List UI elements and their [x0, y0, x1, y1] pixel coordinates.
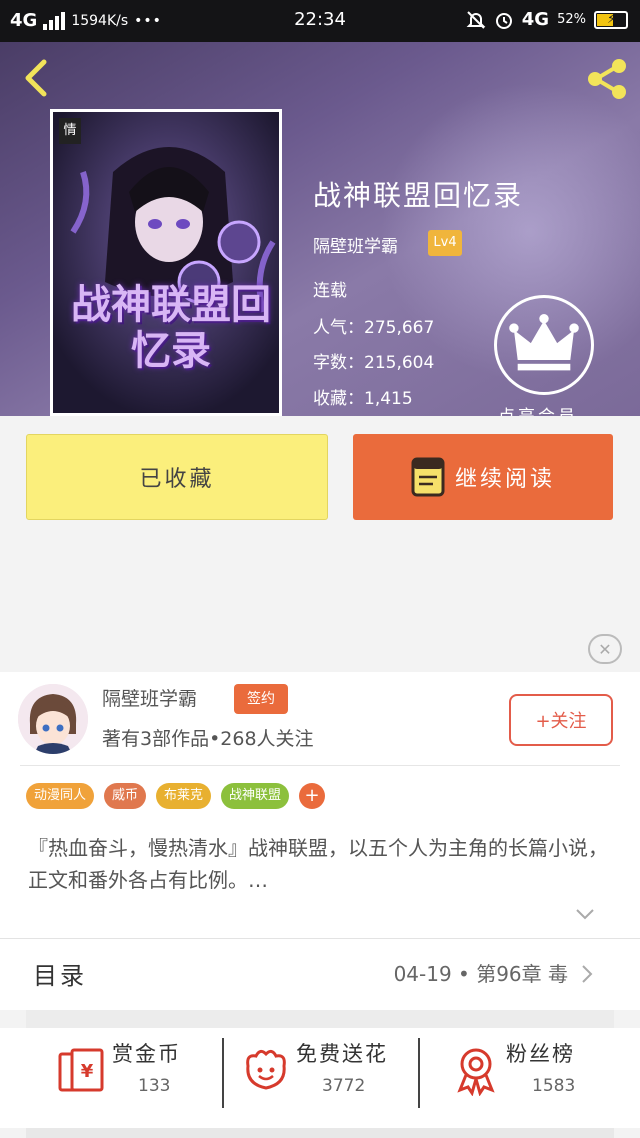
book-favorites: 收藏：1,415 — [313, 389, 413, 409]
divider — [20, 765, 620, 766]
tag-chip[interactable]: 布莱克 — [156, 783, 212, 809]
catalog-label: 目录 — [33, 962, 87, 990]
battery-icon: ⚡ — [594, 10, 628, 29]
favorited-label: 已收藏 — [139, 467, 215, 492]
network-type-right: 4G — [521, 9, 550, 30]
catalog-row[interactable]: 目录 04-19 • 第96章 毒 — [0, 938, 640, 1010]
book-icon — [411, 457, 445, 497]
book-popularity: 人气：275,667 — [313, 318, 435, 338]
coin-envelope-icon: ¥ — [58, 1048, 104, 1092]
bottom-strip — [26, 1128, 614, 1138]
share-icon[interactable] — [584, 56, 630, 102]
divider — [418, 1038, 420, 1108]
tag-chip[interactable]: 动漫同人 — [26, 783, 95, 809]
chevron-down-icon[interactable] — [575, 908, 595, 920]
crown-icon[interactable] — [494, 295, 594, 395]
book-cover[interactable]: 情 战神联盟回忆录 — [50, 109, 282, 416]
follow-button[interactable]: +关注 — [509, 694, 613, 746]
book-header: 情 战神联盟回忆录 战神联盟回忆录 隔壁班学霸 Lv4 连载 人气：275,66… — [0, 42, 640, 416]
close-icon[interactable]: ✕ — [588, 634, 622, 664]
book-status: 连载 — [313, 281, 347, 301]
author-avatar[interactable] — [18, 684, 88, 754]
latest-chapter: 04-19 • 第96章 毒 — [393, 962, 568, 986]
chevron-right-icon — [582, 965, 593, 983]
svg-text:¥: ¥ — [81, 1061, 94, 1082]
reward-label: 赏金币 — [112, 1042, 181, 1066]
battery-percent: 52% — [557, 12, 586, 27]
alarm-icon — [495, 12, 512, 29]
mute-icon — [466, 10, 486, 29]
tag-list: 动漫同人 威币 布莱克 战神联盟 + — [26, 783, 326, 809]
divider — [222, 1038, 224, 1108]
flower-icon — [246, 1049, 286, 1090]
book-description: 『热血奋斗，慢热清水』战神联盟，以五个人为主角的长篇小说，正文和番外各占有比例。… — [28, 836, 608, 892]
medal-icon — [457, 1048, 495, 1096]
reward-count: 1583 — [532, 1076, 576, 1096]
vip-label[interactable]: 点亮会员 — [498, 402, 578, 416]
author-card: 隔壁班学霸 签约 著有3部作品•268人关注 +关注 动漫同人 威币 布莱克 战… — [0, 672, 640, 938]
author-level-badge: Lv4 — [428, 230, 462, 256]
status-bar: 4G 1594K/s ••• 22:34 4G 52% ⚡ — [0, 0, 640, 42]
reward-label: 粉丝榜 — [506, 1042, 575, 1066]
continue-reading-button[interactable]: 继续阅读 — [353, 434, 613, 520]
reward-count: 133 — [138, 1076, 171, 1096]
section-spacer — [26, 1010, 614, 1028]
add-tag-button[interactable]: + — [299, 783, 326, 809]
author-name[interactable]: 隔壁班学霸 — [102, 684, 197, 711]
signed-badge: 签约 — [234, 684, 288, 714]
rewards-bar: ¥ 赏金币 133 免费送花 3772 粉丝榜 1583 — [0, 1028, 640, 1128]
author-works: 著有3部作品•268人关注 — [102, 728, 314, 750]
book-author[interactable]: 隔壁班学霸 — [313, 232, 398, 257]
continue-reading-label: 继续阅读 — [454, 467, 555, 492]
cover-title-art: 战神联盟回忆录 — [71, 282, 271, 374]
tag-chip[interactable]: 战神联盟 — [221, 783, 290, 809]
follow-label: +关注 — [535, 711, 587, 732]
reward-count: 3772 — [322, 1076, 366, 1096]
tag-chip[interactable]: 威币 — [104, 783, 147, 809]
back-arrow-icon[interactable] — [16, 56, 56, 100]
reward-label: 免费送花 — [296, 1042, 388, 1066]
cover-publisher-tag: 情 — [59, 118, 81, 144]
book-word-count: 字数：215,604 — [313, 353, 435, 373]
favorited-button[interactable]: 已收藏 — [26, 434, 328, 520]
book-title: 战神联盟回忆录 — [313, 179, 524, 212]
